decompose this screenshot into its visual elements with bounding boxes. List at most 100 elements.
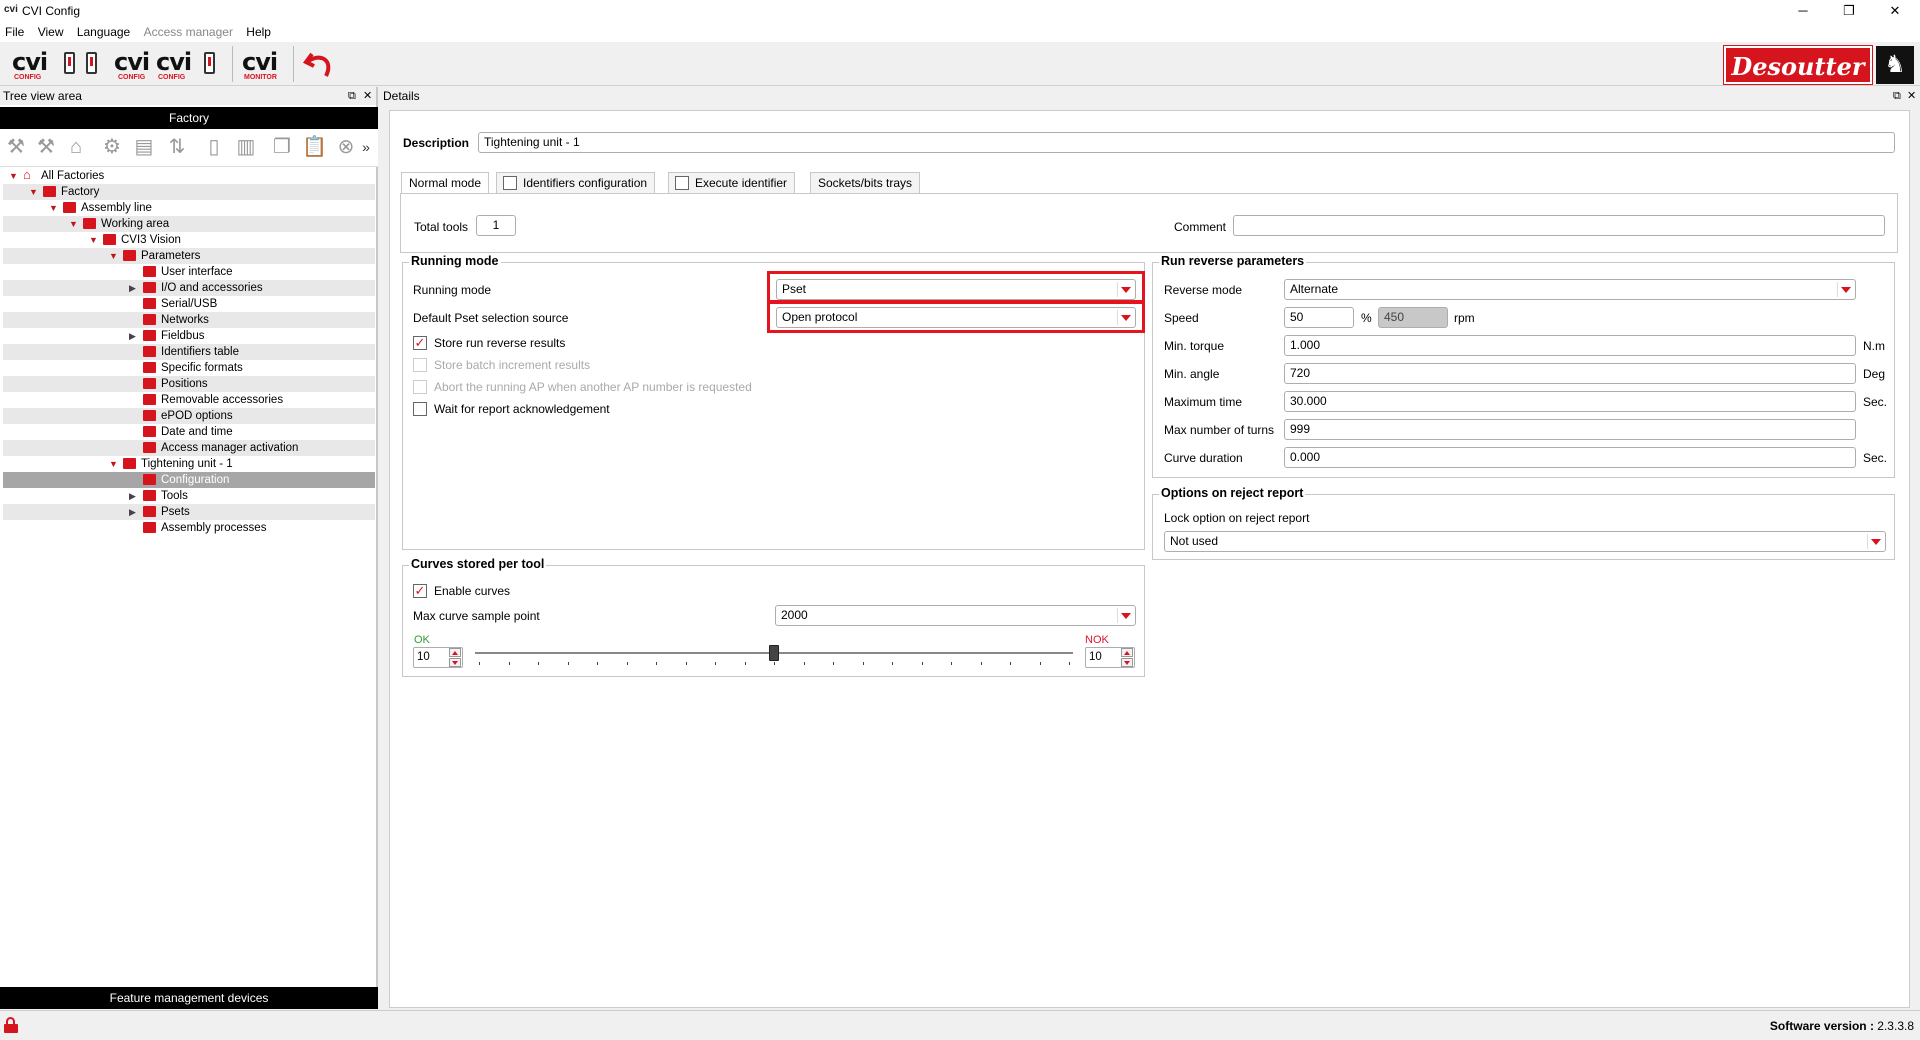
- close-button[interactable]: ✕: [1872, 0, 1918, 22]
- tree-node[interactable]: ▼ Working area: [3, 216, 375, 232]
- tree-node[interactable]: ▼ Tightening unit - 1: [3, 456, 375, 472]
- collapsed-arrow-icon[interactable]: ▶: [129, 328, 139, 344]
- tree-node[interactable]: Serial/USB: [3, 296, 375, 312]
- ok-nok-ratio-slider[interactable]: [475, 644, 1073, 672]
- more-icon[interactable]: »: [360, 135, 372, 159]
- tree-node[interactable]: ▶ Psets: [3, 504, 375, 520]
- tree-node[interactable]: Removable accessories: [3, 392, 375, 408]
- stepper-down-icon[interactable]: [449, 658, 461, 667]
- undo-button[interactable]: [300, 46, 340, 82]
- expanded-arrow-icon[interactable]: ▼: [9, 168, 19, 184]
- tree-node[interactable]: ▶ Tools: [3, 488, 375, 504]
- curve-duration-input[interactable]: 0.000: [1284, 447, 1856, 468]
- minimize-button[interactable]: ─: [1780, 0, 1826, 22]
- add-factory-icon[interactable]: ⚒: [4, 135, 28, 159]
- cvi-monitor-button[interactable]: cvi MONITOR: [240, 46, 280, 82]
- execute-identifier-checkbox[interactable]: [675, 176, 689, 190]
- tree-node[interactable]: Configuration: [3, 472, 375, 488]
- max-time-input[interactable]: 30.000: [1284, 391, 1856, 412]
- copy-icon[interactable]: ❐: [270, 135, 294, 159]
- min-angle-input[interactable]: 720: [1284, 363, 1856, 384]
- tree-node[interactable]: ▶ I/O and accessories: [3, 280, 375, 296]
- tree-view: ▼ ⌂ All Factories ▼ Factory ▼ Assembly line ▼ Wo…: [0, 167, 378, 988]
- ok-stepper[interactable]: 10: [413, 647, 463, 668]
- tree-node[interactable]: Networks: [3, 312, 375, 328]
- tree-node[interactable]: ▼ ⌂ All Factories: [3, 167, 375, 184]
- stepper-up-icon[interactable]: [1121, 648, 1133, 657]
- slider-thumb[interactable]: [769, 645, 779, 661]
- menu-file[interactable]: File: [0, 22, 29, 39]
- sort-icon[interactable]: ⇅: [165, 135, 189, 159]
- node-icon: [123, 250, 136, 261]
- float-panel-icon[interactable]: ⧉: [348, 87, 356, 105]
- tree-node[interactable]: ▼ Factory: [3, 184, 375, 200]
- home-icon: ⌂: [23, 167, 31, 182]
- tree-node[interactable]: Positions: [3, 376, 375, 392]
- tree-node[interactable]: ▶ Fieldbus: [3, 328, 375, 344]
- comment-input[interactable]: [1233, 215, 1885, 236]
- tab-identifiers-configuration[interactable]: Identifiers configuration: [496, 172, 656, 193]
- add-area-icon[interactable]: ⌂: [64, 135, 88, 159]
- lock-option-select[interactable]: Not used: [1164, 531, 1886, 552]
- menu-help[interactable]: Help: [241, 22, 276, 39]
- stepper-down-icon[interactable]: [1121, 658, 1133, 667]
- lock-icon[interactable]: [4, 1017, 18, 1033]
- store-run-reverse-checkbox[interactable]: ✓: [413, 336, 427, 350]
- delete-icon[interactable]: ⊗: [334, 135, 358, 159]
- wait-ack-checkbox[interactable]: [413, 402, 427, 416]
- tree-node[interactable]: User interface: [3, 264, 375, 280]
- tree-node[interactable]: Access manager activation: [3, 440, 375, 456]
- tree-node-label: Serial/USB: [161, 298, 218, 310]
- default-pset-source-select[interactable]: Open protocol: [776, 307, 1136, 328]
- stepper-up-icon[interactable]: [449, 648, 461, 657]
- expanded-arrow-icon[interactable]: ▼: [49, 200, 59, 216]
- paste-icon[interactable]: 📋: [302, 135, 327, 159]
- max-turns-input[interactable]: 999: [1284, 419, 1856, 440]
- menu-view[interactable]: View: [33, 22, 69, 39]
- battery-icon[interactable]: ▯: [202, 135, 226, 159]
- tab-execute-identifier[interactable]: Execute identifier: [668, 172, 796, 193]
- float-panel-icon[interactable]: ⧉: [1893, 87, 1901, 105]
- close-panel-icon[interactable]: ✕: [363, 87, 372, 105]
- menu-language[interactable]: Language: [72, 22, 135, 39]
- cvi-config-compare-button[interactable]: cvi CONFIG: [156, 46, 226, 82]
- identifiers-configuration-checkbox[interactable]: [503, 176, 517, 190]
- maximize-button[interactable]: ❐: [1826, 0, 1872, 22]
- controller-to-cvi-config-button[interactable]: cvi CONFIG: [84, 46, 154, 82]
- tab-sockets-bits-trays[interactable]: Sockets/bits trays: [810, 172, 921, 193]
- add-controller-icon[interactable]: ⚙: [100, 135, 124, 159]
- close-panel-icon[interactable]: ✕: [1907, 87, 1916, 105]
- collapsed-arrow-icon[interactable]: ▶: [129, 504, 139, 520]
- min-torque-input[interactable]: 1.000: [1284, 335, 1856, 356]
- tree-node[interactable]: ▼ Assembly line: [3, 200, 375, 216]
- speed-input[interactable]: 50: [1284, 307, 1354, 328]
- description-input[interactable]: Tightening unit - 1: [478, 132, 1895, 153]
- export-icon[interactable]: ▥: [234, 135, 258, 159]
- expanded-arrow-icon[interactable]: ▼: [89, 232, 99, 248]
- tree-node[interactable]: Identifiers table: [3, 344, 375, 360]
- node-icon: [143, 410, 156, 421]
- reverse-mode-select[interactable]: Alternate: [1284, 279, 1856, 300]
- cvi-config-to-controller-button[interactable]: cvi CONFIG: [12, 46, 82, 82]
- collapsed-arrow-icon[interactable]: ▶: [129, 280, 139, 296]
- total-tools-input[interactable]: 1: [476, 215, 516, 236]
- tree-node[interactable]: Date and time: [3, 424, 375, 440]
- expanded-arrow-icon[interactable]: ▼: [69, 216, 79, 232]
- tree-node[interactable]: Assembly processes: [3, 520, 375, 536]
- running-mode-select[interactable]: Pset: [776, 279, 1136, 300]
- collapsed-arrow-icon[interactable]: ▶: [129, 488, 139, 504]
- expanded-arrow-icon[interactable]: ▼: [109, 248, 119, 264]
- tab-normal-mode[interactable]: Normal mode: [401, 172, 490, 193]
- nok-stepper[interactable]: 10: [1085, 647, 1135, 668]
- max-sample-select[interactable]: 2000: [775, 605, 1136, 626]
- tree-node[interactable]: Specific formats: [3, 360, 375, 376]
- expanded-arrow-icon[interactable]: ▼: [29, 184, 39, 200]
- expanded-arrow-icon[interactable]: ▼: [109, 456, 119, 472]
- tree-node[interactable]: ▼ Parameters: [3, 248, 375, 264]
- add-line-icon[interactable]: ⚒: [34, 135, 58, 159]
- feature-management-devices[interactable]: Feature management devices: [0, 987, 378, 1009]
- tree-node[interactable]: ePOD options: [3, 408, 375, 424]
- tree-node[interactable]: ▼ CVI3 Vision: [3, 232, 375, 248]
- import-icon[interactable]: ▤: [132, 135, 156, 159]
- enable-curves-checkbox[interactable]: ✓: [413, 584, 427, 598]
